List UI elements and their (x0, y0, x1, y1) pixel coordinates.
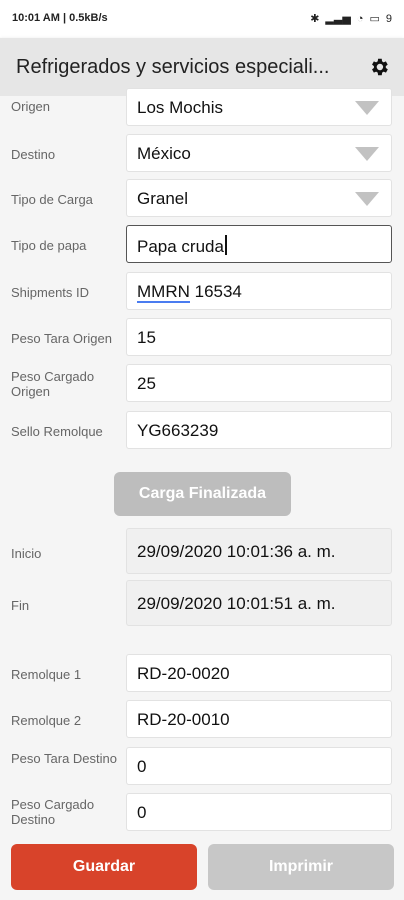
remolque2-input[interactable]: RD-20-0010 (126, 700, 392, 738)
destino-dropdown[interactable]: México (126, 134, 392, 172)
peso-tara-destino-value: 0 (137, 757, 147, 776)
tipo-carga-value: Granel (137, 189, 189, 208)
sello-remolque-label: Sello Remolque (11, 424, 103, 439)
tipo-carga-label: Tipo de Carga (11, 192, 93, 207)
tipo-papa-input[interactable]: Papa cruda (126, 225, 392, 263)
fin-value: 29/09/2020 10:01:51 a. m. (137, 594, 336, 613)
peso-tara-destino-input[interactable]: 0 (126, 747, 392, 785)
bluetooth-icon: ✱ (310, 13, 320, 25)
sello-remolque-value: YG663239 (137, 421, 219, 440)
peso-cargado-destino-label: Peso Cargado Destino (11, 797, 95, 827)
shipments-id-label: Shipments ID (11, 285, 90, 300)
peso-cargado-origen-value: 25 (137, 374, 156, 393)
origen-label: Origen (11, 99, 51, 114)
peso-cargado-destino-value: 0 (137, 803, 147, 822)
battery-level: 9 (385, 12, 392, 25)
sello-remolque-input[interactable]: YG663239 (126, 411, 392, 449)
remolque1-value: RD-20-0020 (137, 664, 230, 683)
peso-cargado-origen-label: Peso Cargado Origen (11, 369, 95, 399)
battery-icon: ▭ (369, 13, 380, 25)
shipments-id-input[interactable]: MMRN 16534 (126, 272, 392, 310)
tipo-carga-dropdown[interactable]: Granel (126, 179, 392, 217)
status-time: 10:01 AM | 0.5kB/s (12, 12, 108, 24)
guardar-button[interactable]: Guardar (11, 844, 197, 890)
peso-tara-destino-label: Peso Tara Destino (11, 751, 117, 766)
shipments-id-prefix: MMRN (137, 282, 190, 303)
shipments-id-number: 16534 (189, 282, 242, 301)
status-bar: 10:01 AM | 0.5kB/s ✱ ▂▃▅ ◔ ▭ 9 (0, 0, 404, 38)
peso-tara-origen-input[interactable]: 15 (126, 318, 392, 356)
imprimir-button[interactable]: Imprimir (208, 844, 394, 890)
inicio-field: 29/09/2020 10:01:36 a. m. (126, 528, 392, 574)
settings-gear-icon[interactable] (368, 56, 390, 78)
dropdown-arrow-icon (355, 192, 379, 206)
inicio-label: Inicio (11, 546, 42, 561)
peso-cargado-origen-input[interactable]: 25 (126, 364, 392, 402)
destino-value: México (137, 144, 191, 163)
remolque1-label: Remolque 1 (11, 667, 82, 682)
text-cursor (224, 235, 227, 255)
bottom-actions: Guardar Imprimir (0, 836, 404, 900)
fin-field: 29/09/2020 10:01:51 a. m. (126, 580, 392, 626)
peso-cargado-destino-input[interactable]: 0 (126, 793, 392, 831)
peso-tara-origen-value: 15 (137, 328, 156, 347)
signal-icon: ▂▃▅ (325, 13, 351, 25)
origen-dropdown[interactable]: Los Mochis (126, 88, 392, 126)
destino-label: Destino (11, 147, 56, 162)
inicio-value: 29/09/2020 10:01:36 a. m. (137, 542, 336, 561)
status-icons: ✱ ▂▃▅ ◔ ▭ 9 (310, 12, 392, 26)
dropdown-arrow-icon (355, 147, 379, 161)
app-title: Refrigerados y servicios especiali... (16, 56, 330, 78)
remolque1-input[interactable]: RD-20-0020 (126, 654, 392, 692)
tipo-papa-value: Papa cruda (137, 237, 224, 256)
wifi-icon: ◔ (356, 12, 364, 25)
remolque2-label: Remolque 2 (11, 713, 82, 728)
peso-tara-origen-label: Peso Tara Origen (11, 331, 112, 346)
dropdown-arrow-icon (355, 101, 379, 115)
tipo-papa-label: Tipo de papa (11, 238, 87, 253)
origen-value: Los Mochis (137, 98, 223, 117)
carga-finalizada-button[interactable]: Carga Finalizada (114, 472, 291, 516)
remolque2-value: RD-20-0010 (137, 710, 230, 729)
fin-label: Fin (11, 598, 30, 613)
